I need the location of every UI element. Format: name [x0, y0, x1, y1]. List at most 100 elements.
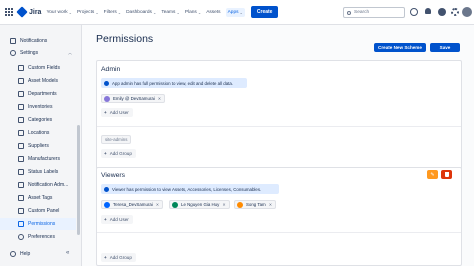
custom-panel-icon [18, 208, 24, 214]
chevron-down-icon: ⌄ [68, 9, 72, 15]
sidebar-item-departments[interactable]: Departments [0, 88, 76, 100]
section-divider [97, 126, 461, 127]
search-icon [347, 10, 351, 15]
jira-logo-icon [16, 6, 28, 18]
nav-teams[interactable]: Teams ⌄ [161, 10, 180, 15]
sidebar-item-asset-tags[interactable]: Asset Tags [0, 192, 76, 204]
sidebar-item-notification-admin[interactable]: Notification Adm... [0, 179, 76, 191]
avatar [104, 201, 110, 208]
plus-icon: + [104, 110, 107, 115]
sidebar: Notifications Settings ︿ Custom Fields A… [0, 25, 82, 266]
app-switcher-icon[interactable] [5, 7, 14, 17]
nav-your-work[interactable]: Your work ⌄ [46, 10, 72, 15]
add-user-button[interactable]: + Add User [101, 108, 133, 117]
plus-icon: + [104, 217, 107, 222]
chevron-down-icon: ⌄ [239, 9, 243, 15]
status-labels-icon [18, 169, 24, 175]
nav-filters[interactable]: Filters ⌄ [104, 10, 121, 15]
delete-trash-icon[interactable] [441, 170, 452, 179]
jira-logo[interactable]: Jira [16, 6, 42, 18]
viewers-permission-card: Viewers ✎ Viewer has permission to view … [96, 167, 462, 266]
page-title: Permissions [96, 33, 154, 45]
collapse-sidebar-icon[interactable]: « [66, 250, 69, 256]
remove-icon[interactable]: ✕ [222, 202, 225, 207]
profile-avatar[interactable] [462, 7, 472, 17]
help-icon [10, 251, 16, 257]
add-user-button[interactable]: + Add User [101, 215, 133, 224]
settings-icon [10, 50, 16, 56]
avatar [104, 95, 110, 102]
sidebar-item-settings[interactable]: Settings ︿ [0, 47, 76, 59]
chevron-down-icon: ⌄ [176, 9, 180, 15]
main-content: Permissions Create New Scheme Save Admin… [82, 25, 474, 266]
notification-admin-icon [18, 182, 24, 188]
search-input[interactable]: Search [343, 7, 405, 18]
locations-icon [18, 130, 24, 136]
sidebar-item-categories[interactable]: Categories [0, 114, 76, 126]
permissions-icon [18, 221, 24, 227]
sidebar-item-notifications[interactable]: Notifications [0, 35, 76, 47]
help-icon[interactable] [438, 8, 446, 16]
plus-icon: + [104, 151, 107, 156]
chevron-up-icon: ︿ [68, 50, 72, 55]
nav-projects[interactable]: Projects ⌄ [77, 10, 99, 15]
sidebar-item-suppliers[interactable]: Suppliers [0, 140, 76, 152]
sidebar-item-inventories[interactable]: Inventories [0, 101, 76, 113]
create-new-scheme-button[interactable]: Create New Scheme [374, 43, 426, 52]
user-chip[interactable]: Teresa_DevSamurai ✕ [101, 200, 164, 209]
chevron-down-icon: ⌄ [197, 9, 202, 15]
asset-models-icon [18, 78, 24, 84]
notifications-bell-icon[interactable] [424, 8, 432, 16]
sidebar-scrollbar[interactable] [77, 125, 80, 235]
nav-dashboards[interactable]: Dashboards ⌄ [126, 10, 156, 15]
sidebar-item-permissions[interactable]: Permissions [0, 218, 76, 230]
nav-assets[interactable]: Assets [206, 10, 220, 15]
group-chip[interactable]: site-admins [101, 135, 132, 144]
save-button[interactable]: Save [430, 43, 460, 52]
sidebar-item-locations[interactable]: Locations [0, 127, 76, 139]
chevron-down-icon: ⌄ [117, 9, 122, 15]
info-icon [104, 186, 109, 192]
sidebar-item-manufacturers[interactable]: Manufacturers [0, 153, 76, 165]
sidebar-item-status-labels[interactable]: Status Labels [0, 166, 76, 178]
inventories-icon [18, 104, 24, 110]
categories-icon [18, 117, 24, 123]
add-group-button[interactable]: + Add Group [101, 253, 136, 262]
whats-new-icon[interactable] [410, 8, 418, 16]
remove-icon[interactable]: ✕ [269, 202, 272, 207]
create-button[interactable]: Create [250, 6, 279, 18]
info-icon [104, 80, 109, 86]
search-placeholder: Search [354, 10, 370, 15]
asset-tags-icon [18, 195, 24, 201]
nav-apps[interactable]: Apps ⌄ [225, 7, 245, 17]
sidebar-item-help[interactable]: Help [10, 251, 30, 257]
user-chip[interactable]: Le Nguyen Gia Huy ✕ [169, 200, 230, 209]
top-navigation: Jira Your work ⌄ Projects ⌄ Filters ⌄ Dashb… [0, 0, 474, 25]
sidebar-item-custom-fields[interactable]: Custom Fields [0, 62, 76, 74]
avatar [237, 201, 243, 208]
nav-plans[interactable]: Plans ⌄ [185, 10, 201, 15]
admin-section-title: Admin [101, 66, 121, 73]
chevron-down-icon: ⌄ [95, 9, 99, 15]
remove-icon[interactable]: ✕ [158, 96, 161, 101]
suppliers-icon [18, 143, 24, 149]
departments-icon [18, 91, 24, 97]
add-group-button[interactable]: + Add Group [101, 149, 136, 158]
avatar [172, 201, 178, 208]
user-chip[interactable]: Song Tam ✕ [234, 200, 277, 209]
notifications-icon [10, 38, 16, 44]
viewers-info-banner: Viewer has permission to view Assets, Ac… [101, 184, 279, 194]
sidebar-item-asset-models[interactable]: Asset Models [0, 75, 76, 87]
sidebar-item-preferences[interactable]: Preferences [0, 231, 76, 243]
settings-gear-icon[interactable] [451, 8, 459, 16]
app-name: Jira [29, 8, 42, 16]
admin-info-banner: App admin has full permission to view, e… [101, 78, 247, 88]
edit-pencil-icon[interactable]: ✎ [427, 170, 438, 179]
custom-fields-icon [18, 65, 24, 71]
user-chip[interactable]: Emily @ DevSamurai ✕ [101, 94, 166, 103]
section-divider [97, 232, 461, 233]
preferences-icon [18, 234, 24, 240]
sidebar-item-custom-panel[interactable]: Custom Panel [0, 205, 76, 217]
remove-icon[interactable]: ✕ [156, 202, 159, 207]
chevron-down-icon: ⌄ [152, 9, 157, 15]
